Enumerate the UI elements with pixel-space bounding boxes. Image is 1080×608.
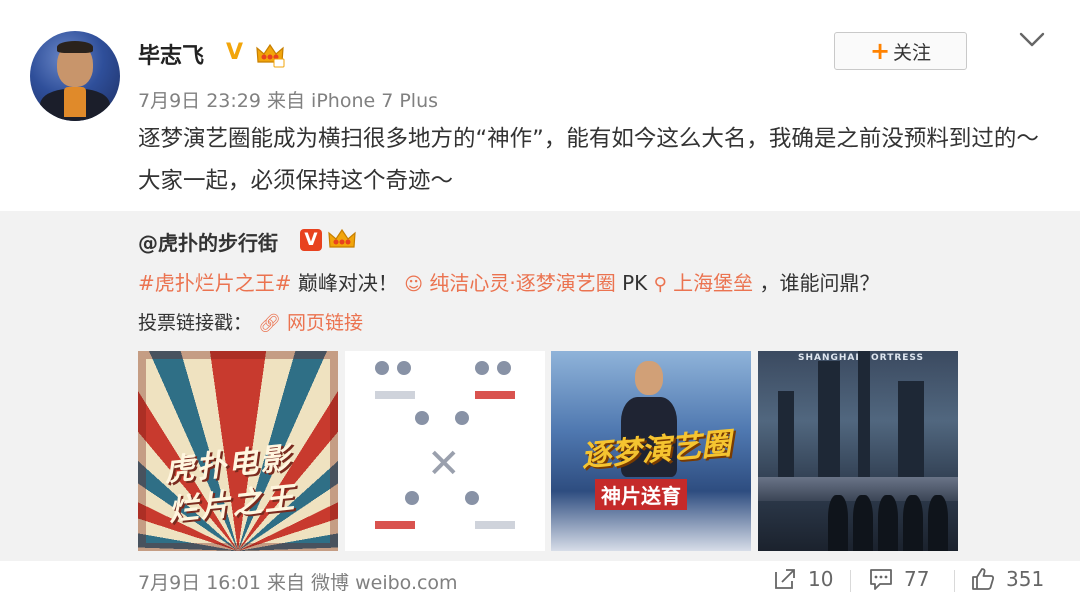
avatar[interactable]	[30, 31, 120, 121]
image-grid: 虎扑电影 烂片之王 ✕ 逐梦演艺圈 神片送育 SHANGHAI FORTRESS	[138, 351, 958, 551]
topic-link-1[interactable]: 纯洁心灵·逐梦演艺圈	[429, 271, 615, 295]
like-count: 351	[1006, 567, 1045, 591]
topic-link-2[interactable]: 上海堡垒	[673, 271, 753, 295]
bracket-node	[397, 361, 411, 375]
repost-meta: 7月9日 16:01 来自 微博 weibo.com	[138, 572, 458, 594]
repost-text-2: PK	[615, 271, 654, 295]
divider	[954, 570, 955, 592]
repost-text: #虎扑烂片之王# 巅峰对决！ ☺ 纯洁心灵·逐梦演艺圈 PK ⚲ 上海堡垒 ，谁…	[138, 267, 880, 296]
post-meta: 7月9日 23:29 来自 iPhone 7 Plus	[138, 90, 439, 112]
bracket-node	[375, 361, 389, 375]
repost-button[interactable]: 10	[772, 566, 833, 592]
emoji-link-icon: ☺	[404, 274, 423, 295]
bracket-node	[465, 491, 479, 505]
crown-icon	[328, 228, 356, 248]
poster-tower	[818, 361, 840, 481]
bracket-node	[455, 411, 469, 425]
bracket-node	[405, 491, 419, 505]
bracket-node	[475, 361, 489, 375]
bracket-node	[415, 411, 429, 425]
bracket-x-mark: ✕	[427, 441, 461, 487]
hashtag-link[interactable]: #虎扑烂片之王#	[138, 271, 292, 295]
repost-text-1: 巅峰对决！	[291, 271, 405, 295]
username[interactable]: 毕志飞	[138, 38, 204, 70]
poster-subtitle: 神片送育	[595, 479, 687, 510]
bracket-bar	[475, 521, 515, 529]
avatar-shirt	[64, 87, 86, 117]
bracket-bar	[475, 391, 515, 399]
image-thumbnail-3[interactable]: 逐梦演艺圈 神片送育	[551, 351, 751, 551]
poster-tower	[898, 381, 924, 481]
image-thumbnail-1[interactable]: 虎扑电影 烂片之王	[138, 351, 338, 551]
poster-figure	[828, 495, 848, 551]
like-icon	[972, 568, 995, 590]
poster-tower	[858, 351, 870, 481]
image-thumbnail-4[interactable]: SHANGHAI FORTRESS	[758, 351, 958, 551]
bracket-node	[497, 361, 511, 375]
plus-icon: +	[869, 37, 891, 65]
poster-figure	[853, 495, 873, 551]
repost-count: 10	[808, 567, 834, 591]
bracket-bar	[375, 391, 415, 399]
image-thumbnail-2[interactable]: ✕	[345, 351, 545, 551]
location-icon: ⚲	[653, 274, 667, 295]
poster-tower	[778, 391, 794, 481]
repost-card[interactable]: @虎扑的步行街 V #虎扑烂片之王# 巅峰对决！ ☺ 纯洁心灵·逐梦演艺圈 PK…	[0, 211, 1080, 561]
comment-count: 77	[904, 567, 930, 591]
like-button[interactable]: 351	[970, 566, 1044, 592]
chevron-down-icon[interactable]	[1018, 30, 1046, 50]
verified-badge-icon: V	[226, 40, 244, 65]
bracket-bar	[375, 521, 415, 529]
link-icon: 🔗︎	[258, 313, 281, 334]
verified-badge-icon: V	[300, 229, 322, 251]
poster-title: 逐梦演艺圈	[580, 426, 733, 475]
comment-button[interactable]: 77	[868, 566, 929, 592]
follow-button[interactable]: + 关注	[834, 32, 967, 70]
comment-icon	[870, 569, 892, 590]
poster-figure	[928, 495, 948, 551]
poster-figure	[878, 495, 898, 551]
repost-text-3: ，谁能问鼎？	[753, 271, 880, 295]
poster-figure	[903, 495, 923, 551]
vote-label: 投票链接戳：	[138, 312, 253, 334]
vote-line: 投票链接戳： 🔗︎ 网页链接	[138, 308, 363, 335]
post-text: 逐梦演艺圈能成为横扫很多地方的“神作”，能有如今这么大名，我确是之前没预料到过的…	[138, 126, 1039, 194]
web-link[interactable]: 网页链接	[287, 312, 363, 334]
follow-label: 关注	[893, 41, 932, 64]
avatar-hair	[57, 41, 93, 53]
divider	[850, 570, 851, 592]
crown-icon	[256, 43, 285, 68]
repost-icon	[775, 569, 795, 589]
repost-username[interactable]: @虎扑的步行街	[138, 227, 278, 256]
